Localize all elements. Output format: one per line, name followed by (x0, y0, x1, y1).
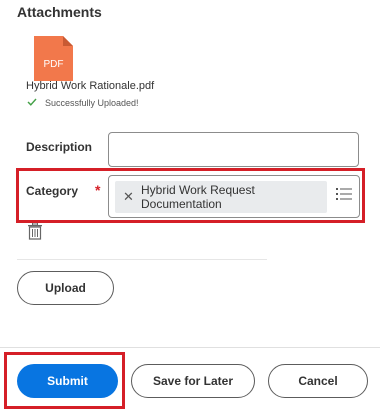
file-extension-label: PDF (43, 59, 64, 70)
category-selected-pill: ✕ Hybrid Work Request Documentation (115, 181, 327, 213)
category-selected-text: Hybrid Work Request Documentation (141, 183, 255, 211)
file-name: Hybrid Work Rationale.pdf (26, 80, 155, 92)
cancel-button[interactable]: Cancel (268, 364, 368, 398)
footer-divider (0, 347, 380, 348)
remove-selection-icon[interactable]: ✕ (123, 190, 134, 203)
category-select[interactable]: ✕ Hybrid Work Request Documentation (108, 175, 360, 218)
list-icon[interactable] (336, 187, 352, 201)
trash-icon[interactable] (27, 222, 43, 240)
submit-button[interactable]: Submit (17, 364, 118, 398)
required-indicator: * (95, 182, 101, 198)
save-for-later-button[interactable]: Save for Later (131, 364, 255, 398)
description-label: Description (26, 140, 93, 154)
upload-status-text: Successfully Uploaded! (45, 98, 139, 108)
attachments-page: Attachments PDF Hybrid Work Rationale.pd… (0, 0, 380, 415)
divider (17, 259, 267, 260)
check-icon (27, 98, 37, 108)
pdf-file-icon[interactable]: PDF (34, 36, 73, 81)
description-input[interactable] (108, 132, 359, 167)
upload-status: Successfully Uploaded! (27, 98, 139, 108)
upload-button[interactable]: Upload (17, 271, 114, 305)
section-title: Attachments (17, 4, 102, 20)
category-label: Category (26, 184, 79, 198)
